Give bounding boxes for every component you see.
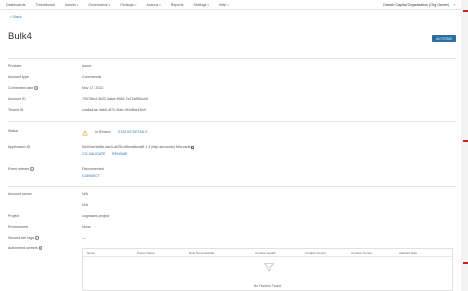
account-type-label: Account type xyxy=(8,75,29,79)
application-id-text: f4c92ae4e8fa-4ac9-a026-e6bea8bea8f 1 3 (… xyxy=(82,145,191,149)
divider xyxy=(8,121,456,122)
account-id-value: 79378bcf-3b02-4aba-9984-7a71a5f5cce6 xyxy=(82,97,149,101)
info-icon[interactable]: i xyxy=(30,167,34,171)
strip-mark xyxy=(463,140,468,142)
chevron-down-icon: ▾ xyxy=(76,2,79,7)
nav-label: Assets xyxy=(64,2,76,7)
nav-label: Dashboards xyxy=(6,2,26,7)
table-header: Name Owner Name Role Name/Handle Creatio… xyxy=(83,249,452,257)
chevron-down-icon: ▾ xyxy=(108,2,111,7)
chevron-down-icon: ▾ xyxy=(227,2,229,7)
nav-assets[interactable]: Assets▾ xyxy=(65,3,78,7)
connected-date-label-text: Connected date xyxy=(8,86,34,90)
side-strip xyxy=(461,0,468,291)
info-icon[interactable]: i xyxy=(34,86,38,90)
event-stream-label: Event stream i xyxy=(8,167,34,171)
project-value: cognisant-project xyxy=(82,214,110,218)
account-owner-label: Account owner xyxy=(8,192,32,196)
nav-threatboard[interactable]: Threatboard xyxy=(35,3,55,7)
account-id-label: Account ID xyxy=(8,97,26,101)
application-id-value: f4c92ae4e8fa-4ac9-a026-e6bea8bea8f 1 3 (… xyxy=(82,145,195,149)
column-header[interactable]: Creation Period xyxy=(351,251,372,255)
nav-label: Settings xyxy=(193,2,207,7)
top-navigation: Dashboards Threatboard Assets▾ Governanc… xyxy=(0,0,461,10)
nav-reports[interactable]: Reports xyxy=(171,3,184,7)
account-type-value: Commercial xyxy=(82,75,102,79)
connected-date-label: Connected date i xyxy=(8,86,38,90)
nav-dashboards[interactable]: Dashboards xyxy=(6,3,25,7)
provider-label: Provider xyxy=(8,64,22,68)
info-icon[interactable]: i xyxy=(38,246,43,250)
column-header[interactable]: Role Name/Handle xyxy=(189,251,214,255)
nav-label: Governance xyxy=(88,2,108,7)
status-details-link[interactable]: STATUS DETAILS xyxy=(118,130,147,134)
column-header[interactable]: Owner Name xyxy=(137,251,155,255)
chevron-down-icon: ▾ xyxy=(207,2,209,7)
project-label: Project xyxy=(8,214,20,218)
divider xyxy=(8,58,456,59)
nav-findings[interactable]: Findings▾ xyxy=(120,3,136,7)
nav-label: Help xyxy=(218,2,227,7)
connected-date-value: Nov 17, 2022 xyxy=(82,86,104,90)
strip-mark xyxy=(463,262,468,264)
empty-state-text: No Owners Found xyxy=(253,284,282,288)
app-window: Dashboards Threatboard Assets▾ Governanc… xyxy=(0,0,462,291)
page-title: Bulk4 xyxy=(8,31,32,42)
rename-link[interactable]: RENAME xyxy=(112,152,127,156)
nav-actions[interactable]: Actions▾ xyxy=(146,3,160,7)
nav-label: Threatboard xyxy=(35,2,55,7)
tenant-id-value: c4a6a1ae-4ab5-4f72-9fab-2f0c8be43fc0 xyxy=(82,108,147,112)
chevron-down-icon: ▾ xyxy=(134,2,137,7)
organization-switcher[interactable]: Darwin Capital Organization (Org Owner) xyxy=(383,3,449,7)
nav-help[interactable]: Help▾ xyxy=(219,3,229,7)
environment-label: Environment xyxy=(8,225,29,229)
warning-icon xyxy=(82,130,88,136)
status-label: Status xyxy=(8,129,19,133)
copy-icon[interactable] xyxy=(191,145,195,149)
event-stream-label-text: Event stream xyxy=(8,167,30,171)
second-tier-tags-label: Second-tier tags i xyxy=(8,236,39,240)
co-validate-link[interactable]: CO-VALIDATE xyxy=(82,152,105,156)
divider xyxy=(8,186,456,187)
info-icon[interactable]: i xyxy=(35,236,39,240)
application-id-label: Application ID xyxy=(8,145,31,149)
chevron-down-icon[interactable]: ▾ xyxy=(453,3,455,7)
chevron-down-icon: ▾ xyxy=(159,2,161,7)
owners-table: Name Owner Name Role Name/Handle Creatio… xyxy=(82,248,453,291)
column-header[interactable]: Name xyxy=(87,251,95,255)
connect-link[interactable]: CONNECT xyxy=(82,174,100,178)
empty-funnel-icon xyxy=(264,263,274,272)
provider-value: Azure xyxy=(82,64,92,68)
environment-value: None xyxy=(82,225,91,229)
event-stream-value: Disconnected xyxy=(82,167,104,171)
authorized-owners-label-text: Authorized owners xyxy=(8,246,38,250)
column-header[interactable]: Creation Health xyxy=(255,251,276,255)
actions-button[interactable]: ACTIONS xyxy=(432,35,456,42)
strip-mark xyxy=(463,10,468,12)
back-link[interactable]: < Back xyxy=(10,15,22,19)
column-header[interactable]: Creation Period xyxy=(305,251,326,255)
account-owner-secondary-value: N/A xyxy=(82,203,88,207)
nav-label: Findings xyxy=(120,2,134,7)
nav-governance[interactable]: Governance▾ xyxy=(88,3,110,7)
column-header[interactable]: Attested Date xyxy=(399,251,417,255)
nav-label: Actions xyxy=(146,2,159,7)
tenant-id-label: Tenant ID xyxy=(8,108,24,112)
nav-label: Reports xyxy=(170,2,184,7)
status-badge: In Review xyxy=(95,130,111,134)
account-owner-value: N/A xyxy=(82,192,88,196)
nav-settings[interactable]: Settings▾ xyxy=(193,3,209,7)
second-tier-tags-value: — xyxy=(82,236,86,240)
authorized-owners-label: Authorized owners i xyxy=(8,246,43,250)
second-tier-tags-label-text: Second-tier tags xyxy=(8,236,35,240)
